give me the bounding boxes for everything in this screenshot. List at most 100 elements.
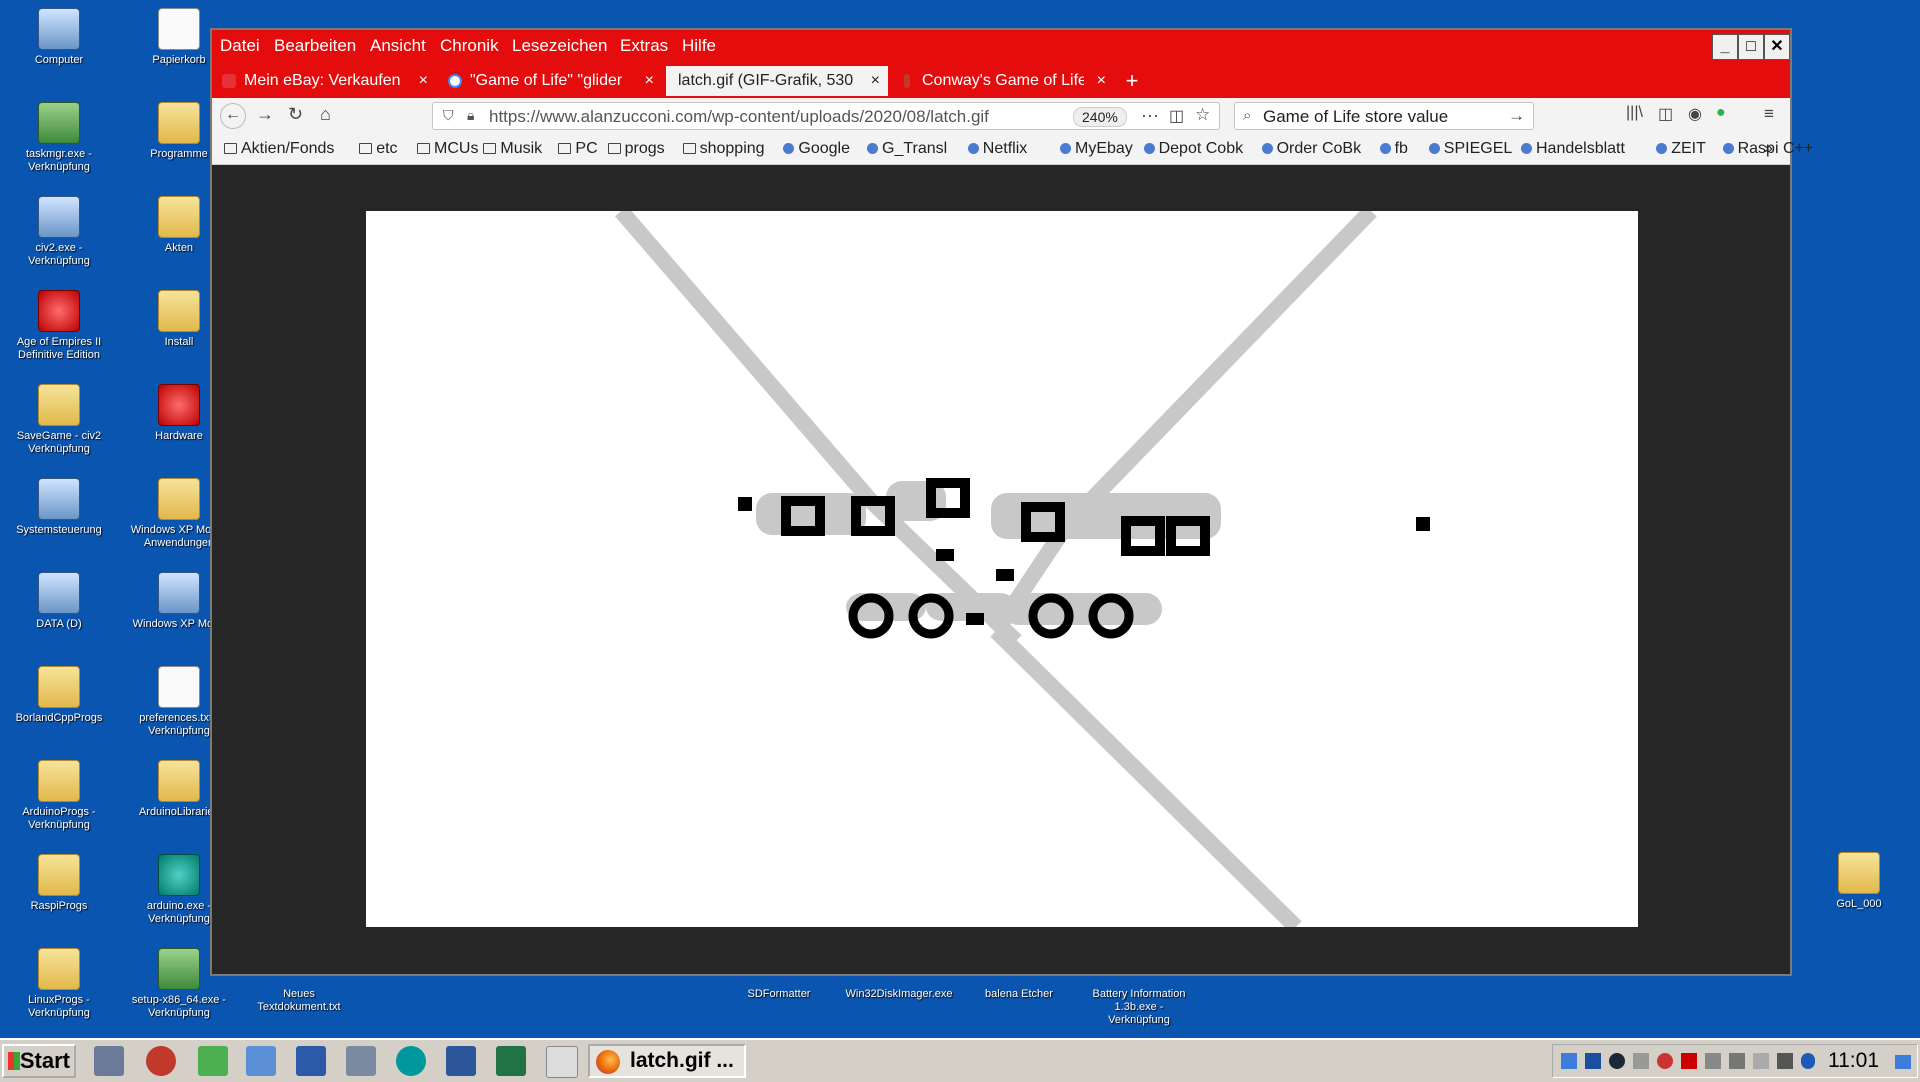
- tab-close-icon[interactable]: ×: [419, 66, 428, 96]
- arduino-icon[interactable]: [396, 1046, 426, 1076]
- bookmark-netflix[interactable]: Netflix: [967, 140, 1027, 158]
- whatsapp-icon[interactable]: ●: [1716, 104, 1726, 122]
- desktop-icon[interactable]: civ2.exe - Verknüpfung: [4, 196, 114, 268]
- forward-icon[interactable]: →: [256, 104, 274, 125]
- tray-app-icon[interactable]: [1561, 1053, 1577, 1069]
- tab-conway[interactable]: Conway's Game of Life ×: [892, 66, 1114, 96]
- bookmark-g-transl[interactable]: G_Transl: [867, 140, 947, 158]
- sync-icon[interactable]: [246, 1046, 276, 1076]
- bluetooth-icon[interactable]: [1801, 1053, 1815, 1069]
- bookmark-order-cobk[interactable]: Order CoBk: [1261, 140, 1361, 158]
- tab-close-icon[interactable]: ×: [1097, 66, 1106, 96]
- desktop-icon[interactable]: Win32DiskImager.exe: [844, 988, 954, 1001]
- desktop-icon[interactable]: Computer: [4, 8, 114, 67]
- bookmark-myebay[interactable]: MyEbay: [1060, 140, 1133, 158]
- bookmark-pc[interactable]: PC: [558, 140, 598, 158]
- bookmark-google[interactable]: Google: [783, 140, 850, 158]
- monitor-icon[interactable]: [1777, 1053, 1793, 1069]
- signal-icon[interactable]: [1729, 1053, 1745, 1069]
- desktop-icon[interactable]: SaveGame - civ2 Verknüpfung: [4, 384, 114, 456]
- start-button[interactable]: Start: [2, 1044, 76, 1078]
- bookmark-handelsblatt[interactable]: Handelsblatt: [1521, 140, 1625, 158]
- tab-google-search[interactable]: "Game of Life" "glider ×: [440, 66, 662, 96]
- search-go-icon[interactable]: →: [1508, 106, 1525, 126]
- reload-icon[interactable]: ↻: [288, 104, 303, 125]
- lock-icon[interactable]: 🔒︎: [467, 107, 474, 124]
- menu-bearbeiten[interactable]: Bearbeiten: [274, 36, 356, 56]
- bookmark-star-icon[interactable]: ☆: [1195, 105, 1210, 125]
- tray-n-icon[interactable]: [1585, 1053, 1601, 1069]
- flag-icon[interactable]: [1705, 1053, 1721, 1069]
- excel-icon[interactable]: [496, 1046, 526, 1076]
- desktop-icon[interactable]: balena Etcher: [964, 988, 1074, 1001]
- desktop-icon[interactable]: ArduinoProgs - Verknüpfung: [4, 760, 114, 832]
- tab-close-icon[interactable]: ×: [871, 66, 880, 96]
- bookmark-fb[interactable]: fb: [1379, 140, 1408, 158]
- menu-chronik[interactable]: Chronik: [440, 36, 499, 56]
- search-input[interactable]: Game of Life store value: [1263, 107, 1448, 127]
- volume-icon[interactable]: [1753, 1053, 1769, 1069]
- network-icon[interactable]: [346, 1046, 376, 1076]
- show-desktop-icon[interactable]: [1895, 1055, 1911, 1069]
- bookmark-zeit[interactable]: ZEIT: [1656, 140, 1706, 158]
- bookmark-progs[interactable]: progs: [607, 140, 665, 158]
- desktop-icon[interactable]: Battery Information 1.3b.exe - Verknüpfu…: [1084, 988, 1194, 1027]
- bookmark-musik[interactable]: Musik: [483, 140, 542, 158]
- library-icon[interactable]: |||\: [1626, 104, 1643, 122]
- desktop-icon[interactable]: Systemsteuerung: [4, 478, 114, 537]
- tab-latch-gif[interactable]: latch.gif (GIF-Grafik, 530 ×: [666, 66, 888, 96]
- menu-extras[interactable]: Extras: [620, 36, 668, 56]
- calculator-icon[interactable]: [546, 1046, 578, 1078]
- menu-hilfe[interactable]: Hilfe: [682, 36, 716, 56]
- zoom-level[interactable]: 240%: [1073, 107, 1127, 127]
- menu-lesezeichen[interactable]: Lesezeichen: [512, 36, 607, 56]
- bookmark-aktien-fonds[interactable]: Aktien/Fonds: [224, 140, 334, 158]
- sidebar-icon[interactable]: ◫: [1658, 104, 1673, 124]
- home-icon[interactable]: ⌂: [320, 104, 331, 125]
- bookmark-etc[interactable]: etc: [359, 140, 398, 158]
- task-manager-icon[interactable]: [94, 1046, 124, 1076]
- minimize-button[interactable]: _: [1712, 34, 1738, 60]
- menu-datei[interactable]: Datei: [220, 36, 260, 56]
- tab-close-icon[interactable]: ×: [645, 66, 654, 96]
- arrow-up-icon[interactable]: [198, 1046, 228, 1076]
- bookmarks-overflow-icon[interactable]: »: [1764, 140, 1773, 158]
- maximize-button[interactable]: □: [1738, 34, 1764, 60]
- shutdown-icon[interactable]: [146, 1046, 176, 1076]
- desktop-icon[interactable]: Age of Empires II Definitive Edition: [4, 290, 114, 362]
- word-icon[interactable]: [446, 1046, 476, 1076]
- bookmark-mcus[interactable]: MCUs: [417, 140, 478, 158]
- desktop-icon[interactable]: taskmgr.exe - Verknüpfung: [4, 102, 114, 174]
- page-actions-icon[interactable]: ···: [1141, 105, 1159, 126]
- tray-pdf-icon[interactable]: [1681, 1053, 1697, 1069]
- close-window-button[interactable]: ✕: [1764, 34, 1790, 60]
- url-bar[interactable]: ⛉ 🔒︎ https://www.alanzucconi.com/wp-cont…: [432, 102, 1220, 130]
- bookmark-spiegel[interactable]: SPIEGEL: [1428, 140, 1512, 158]
- tab-ebay[interactable]: Mein eBay: Verkaufen ×: [214, 66, 436, 96]
- tray-device-icon[interactable]: [1633, 1053, 1649, 1069]
- shield-icon[interactable]: ⛉: [443, 107, 454, 124]
- taskbar-firefox-latch[interactable]: latch.gif ...: [588, 1044, 746, 1078]
- pocket-icon[interactable]: ◫: [1169, 106, 1184, 126]
- desktop-icon[interactable]: Neues Textdokument.txt: [244, 988, 354, 1014]
- new-tab-button[interactable]: +: [1116, 66, 1148, 96]
- desktop-icon[interactable]: RaspiProgs: [4, 854, 114, 913]
- desktop-icon[interactable]: BorlandCppProgs: [4, 666, 114, 725]
- search-bar[interactable]: ⌕ Game of Life store value →: [1234, 102, 1534, 130]
- bookmark-depot-cobk[interactable]: Depot Cobk: [1143, 140, 1243, 158]
- setup-icon: [158, 948, 200, 990]
- back-icon[interactable]: ←: [220, 103, 246, 129]
- desktop-icon[interactable]: DATA (D): [4, 572, 114, 631]
- folder-shortcut-icon: [38, 948, 80, 990]
- desktop-icon[interactable]: LinuxProgs - Verknüpfung: [4, 948, 114, 1020]
- hamburger-menu-icon[interactable]: ≡: [1764, 104, 1774, 124]
- glider-trail: [1060, 205, 1377, 532]
- desktop-icon-gol[interactable]: GoL_000: [1804, 852, 1914, 911]
- film-icon[interactable]: [296, 1046, 326, 1076]
- bookmark-shopping[interactable]: shopping: [682, 140, 765, 158]
- steam-icon[interactable]: [1609, 1053, 1625, 1069]
- menu-ansicht[interactable]: Ansicht: [370, 36, 426, 56]
- account-icon[interactable]: ◉: [1688, 104, 1702, 124]
- desktop-icon[interactable]: SDFormatter: [724, 988, 834, 1001]
- tray-security-icon[interactable]: [1657, 1053, 1673, 1069]
